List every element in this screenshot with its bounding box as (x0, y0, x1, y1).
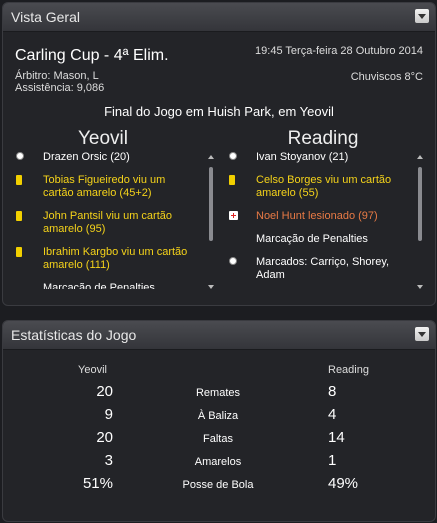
stat-label: Remates (195, 387, 241, 399)
yellow-card-icon (16, 175, 22, 185)
overview-collapse-button[interactable] (415, 9, 429, 23)
event-item: Drazen Orsic (20) (3, 151, 198, 164)
scroll-down-icon[interactable] (417, 285, 423, 289)
event-text: Ivan Stoyanov (21) (256, 151, 349, 163)
event-item: Tobias Figueiredo viu um cartão amarelo … (3, 174, 198, 200)
match-datetime: 19:45 Terça-feira 28 Outubro 2014 (255, 45, 423, 57)
scroll-thumb[interactable] (418, 167, 422, 241)
stat-away-value: 8 (328, 383, 337, 400)
home-team-name: Yeovil (77, 128, 128, 149)
attendance-label: Assistência: 9,086 (15, 82, 105, 94)
stat-home-value: 9 (104, 406, 113, 423)
event-item: Marcação de Penalties (216, 233, 416, 246)
stat-row: 20 Faltas 14 (3, 429, 435, 453)
stat-away-value: 49% (328, 475, 359, 492)
stat-row: 3 Amarelos 1 (3, 452, 435, 476)
stat-label: Posse de Bola (182, 479, 254, 491)
stat-away-value: 1 (328, 452, 337, 469)
event-text: Tobias Figueiredo viu um cartão amarelo … (43, 174, 166, 199)
stat-row: 9 À Baliza 4 (3, 406, 435, 430)
event-item: Marcacão de Penalties (3, 282, 198, 289)
stat-away-value: 4 (328, 406, 337, 423)
chevron-down-icon (418, 332, 426, 337)
event-item: Noel Hunt lesionado (97) (216, 210, 416, 223)
stats-header: Estatísticas do Jogo (3, 321, 435, 350)
event-item: Ibrahim Kargbo viu um cartão amarelo (11… (3, 246, 198, 272)
away-events-scrollbar[interactable] (416, 155, 424, 289)
stat-label: À Baliza (197, 410, 239, 422)
chevron-down-icon (418, 14, 426, 19)
referee-label: Árbitro: Mason, L (15, 70, 99, 82)
event-text: Celso Borges viu um cartão amarelo (55) (256, 174, 392, 199)
ball-icon (16, 152, 24, 160)
stats-away-label: Reading (328, 364, 369, 376)
stat-label: Faltas (203, 433, 233, 445)
stats-panel: Estatísticas do Jogo Yeovil Reading 20 Re… (2, 320, 436, 522)
stats-collapse-button[interactable] (415, 327, 429, 341)
event-text: Ibrahim Kargbo viu um cartão amarelo (11… (43, 246, 188, 271)
scroll-up-icon[interactable] (417, 155, 423, 159)
stats-title: Estatísticas do Jogo (11, 327, 137, 343)
scroll-up-icon[interactable] (208, 155, 214, 159)
event-text: Noel Hunt lesionado (97) (256, 210, 378, 222)
event-text: Marcação de Penalties (256, 233, 368, 245)
away-events-list: Ivan Stoyanov (21) Celso Borges viu um ca… (216, 151, 416, 289)
stat-label: Amarelos (194, 456, 242, 468)
overview-panel: Vista Geral Carling Cup - 4ª Elim. Árbit… (2, 2, 436, 306)
event-item: Marcados: Carriço, Shorey, Adam (216, 256, 416, 282)
match-result: Final do Jogo em Huish Park, em Yeovil (104, 104, 334, 119)
yellow-card-icon (16, 211, 22, 221)
event-text: Marcados: Carriço, Shorey, Adam (256, 256, 390, 281)
stat-home-value: 3 (104, 452, 113, 469)
weather-label: Chuviscos 8°C (350, 71, 423, 83)
stats-home-label: Yeovil (78, 364, 107, 376)
stat-home-value: 20 (96, 429, 113, 446)
home-events-list: Drazen Orsic (20) Tobias Figueiredo viu u… (3, 151, 198, 289)
scroll-thumb[interactable] (209, 167, 213, 241)
event-text: Drazen Orsic (20) (43, 151, 130, 163)
stat-away-value: 14 (328, 429, 345, 446)
overview-header: Vista Geral (3, 3, 435, 32)
stat-row: 20 Remates 8 (3, 383, 435, 407)
event-text: Marcacão de Penalties (43, 282, 155, 289)
competition-name: Carling Cup - 4ª Elim. (15, 47, 169, 64)
event-item: John Pantsil viu um cartão amarelo (95) (3, 210, 198, 236)
event-text: John Pantsil viu um cartão amarelo (95) (43, 210, 173, 235)
scroll-down-icon[interactable] (208, 285, 214, 289)
stat-row: 51% Posse de Bola 49% (3, 475, 435, 499)
yellow-card-icon (229, 175, 235, 185)
away-team-name: Reading (287, 128, 359, 149)
yellow-card-icon (16, 247, 22, 257)
injury-icon (229, 211, 238, 220)
event-item: Celso Borges viu um cartão amarelo (55) (216, 174, 416, 200)
home-events-scrollbar[interactable] (207, 155, 215, 289)
ball-icon (229, 152, 237, 160)
stat-home-value: 51% (82, 475, 113, 492)
event-item: Ivan Stoyanov (21) (216, 151, 416, 164)
ball-icon (229, 257, 237, 265)
stat-home-value: 20 (96, 383, 113, 400)
overview-title: Vista Geral (11, 9, 80, 25)
